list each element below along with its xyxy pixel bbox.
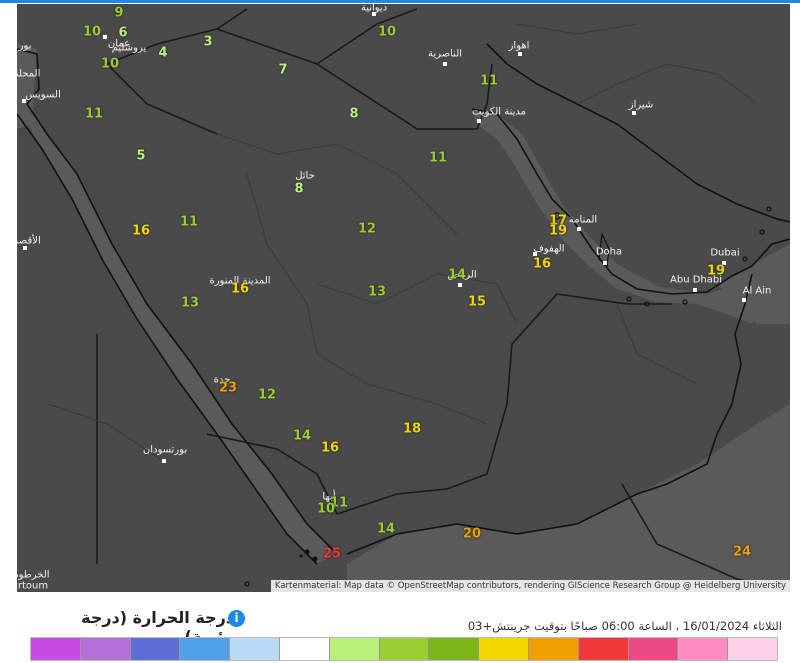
city-jerusalem: يروشليم: [111, 42, 147, 54]
city-mahalla: المحلة: [17, 68, 41, 80]
scale-swatch: [329, 638, 380, 660]
temperature-map[interactable]: عمان يروشليم بور المحلة السويس الناصرية …: [17, 4, 790, 592]
temperature-label[interactable]: 11: [480, 74, 498, 89]
temperature-label[interactable]: 12: [358, 222, 376, 237]
scale-swatch: [180, 638, 231, 660]
temperature-label[interactable]: 11: [180, 215, 198, 230]
scale-swatch: [628, 638, 679, 660]
city-dot: [693, 288, 697, 292]
temperature-label[interactable]: 14: [448, 268, 466, 283]
temperature-label[interactable]: 10: [83, 25, 101, 40]
scale-swatch: [279, 638, 330, 660]
info-icon[interactable]: i: [228, 610, 245, 627]
top-accent-bar: [0, 0, 800, 3]
scale-swatch: [678, 638, 729, 660]
city-dot: [443, 62, 447, 66]
scale-swatch: [528, 638, 579, 660]
temperature-label[interactable]: 24: [733, 545, 751, 560]
city-suez: السويس: [25, 89, 61, 101]
city-bayrut: بور: [18, 40, 32, 52]
temperature-label[interactable]: 13: [181, 296, 199, 311]
city-dot: [458, 283, 462, 287]
temperature-label[interactable]: 14: [293, 429, 311, 444]
city-dot: [518, 52, 522, 56]
city-dot: [632, 111, 636, 115]
scale-swatch: [578, 638, 629, 660]
city-khartoum: الخرطوم: [17, 569, 50, 581]
city-dot: [103, 35, 107, 39]
temperature-label[interactable]: 25: [323, 547, 341, 562]
temperature-label[interactable]: 12: [258, 388, 276, 403]
city-luxor: الأقصر: [17, 235, 41, 247]
temperature-label[interactable]: 11: [429, 151, 447, 166]
city-ahvaz: اهواز: [508, 40, 530, 52]
forecast-timestamp: الثلاثاء 16/01/2024 ، الساعة 06:00 صباحً…: [467, 619, 782, 633]
temperature-label[interactable]: 18: [403, 422, 421, 437]
city-shiraz: شيراز: [628, 99, 654, 111]
city-kuwait: مدينة الكويت: [471, 106, 527, 118]
legend-header: درجة الحرارة (درجة مئوية) i الثلاثاء 16/…: [30, 608, 782, 646]
city-hofuf: الهفوف: [533, 243, 565, 255]
scale-swatch: [479, 638, 529, 660]
map-basemap: [17, 8, 790, 592]
map-attribution: Kartenmaterial: Map data © OpenStreetMap…: [270, 580, 790, 592]
city-dot: [577, 227, 581, 231]
temperature-label[interactable]: 23: [219, 381, 237, 396]
temperature-label[interactable]: 3: [203, 35, 212, 50]
city-dot: [23, 246, 27, 250]
city-dot: [372, 12, 376, 16]
city-port-sudan: بورتسودان: [142, 444, 188, 456]
temperature-label[interactable]: 10: [101, 57, 119, 72]
temperature-label[interactable]: 5: [136, 149, 145, 164]
temperature-label[interactable]: 11: [85, 107, 103, 122]
city-dot: [742, 298, 746, 302]
temperature-label[interactable]: 14: [377, 522, 395, 537]
temperature-label[interactable]: 19: [549, 224, 567, 239]
city-al-ain: Al Ain: [742, 285, 772, 297]
city-dot: [22, 99, 26, 103]
scale-swatch: [31, 638, 81, 660]
temperature-label[interactable]: 20: [463, 527, 481, 542]
temperature-label[interactable]: 15: [468, 295, 486, 310]
temperature-label[interactable]: 16: [132, 224, 150, 239]
temperature-label[interactable]: 9: [114, 6, 123, 21]
city-dot: [603, 261, 607, 265]
temperature-label[interactable]: 13: [368, 285, 386, 300]
city-khartoum-latin: rtoum: [17, 580, 49, 592]
scale-swatch: [379, 638, 430, 660]
temperature-label[interactable]: 16: [231, 282, 249, 297]
temperature-label[interactable]: 8: [294, 182, 303, 197]
city-dubai: Dubai: [710, 247, 740, 259]
city-dot: [477, 119, 481, 123]
temperature-label[interactable]: 16: [533, 257, 551, 272]
temperature-label[interactable]: 10: [378, 25, 396, 40]
color-scale: [30, 637, 778, 661]
temperature-label[interactable]: 6: [118, 26, 127, 41]
temperature-label[interactable]: 19: [707, 264, 725, 279]
temperature-label[interactable]: 8: [349, 107, 358, 122]
scale-swatch: [130, 638, 181, 660]
scale-swatch: [429, 638, 480, 660]
city-dot: [533, 252, 537, 256]
city-manama: المنامة: [568, 214, 598, 226]
scale-swatch: [728, 638, 777, 660]
scale-swatch: [80, 638, 131, 660]
city-doha: Doha: [595, 246, 623, 258]
temperature-label[interactable]: 10: [317, 502, 335, 517]
temperature-label[interactable]: 7: [278, 63, 287, 78]
temperature-label[interactable]: 4: [158, 46, 167, 61]
temperature-label[interactable]: 16: [321, 441, 339, 456]
city-dot: [162, 459, 166, 463]
scale-swatch: [230, 638, 280, 660]
city-nasiriyah: الناصرية: [427, 48, 463, 60]
city-hail: حائل: [295, 170, 315, 182]
